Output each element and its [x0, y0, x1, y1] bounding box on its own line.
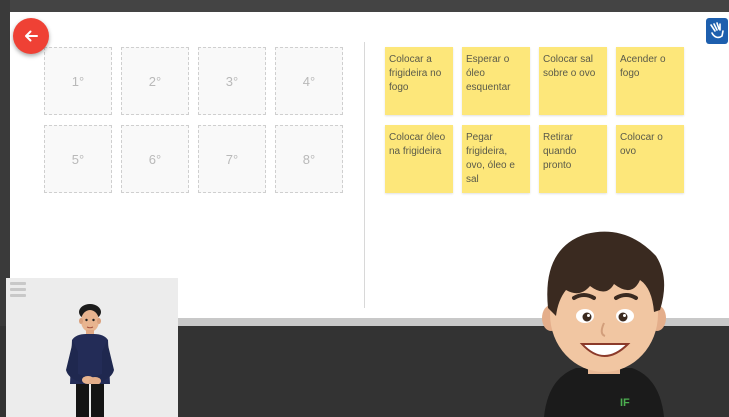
step-card-text: Colocar sal sobre o ovo [543, 54, 596, 79]
step-card-text: Acender o fogo [620, 54, 666, 79]
step-card[interactable]: Pegar frigideira, ovo, óleo e sal [462, 125, 530, 193]
step-card[interactable]: Retirar quando pronto [539, 125, 607, 193]
interpreter-avatar [66, 304, 114, 417]
slot-label: 2° [148, 73, 162, 89]
order-slot-1[interactable]: 1° [44, 47, 112, 115]
step-card[interactable]: Colocar a frigideira no fogo [385, 47, 453, 115]
slot-label: 7° [225, 151, 239, 167]
back-button[interactable] [13, 18, 49, 54]
step-card[interactable]: Colocar óleo na frigideira [385, 125, 453, 193]
order-slot-8[interactable]: 8° [275, 125, 343, 193]
sign-language-button[interactable] [706, 18, 728, 44]
guide-character: IF [542, 231, 666, 417]
step-card-text: Colocar óleo na frigideira [389, 132, 446, 157]
step-card[interactable]: Esperar o óleo esquentar [462, 47, 530, 115]
step-card[interactable]: Colocar o ovo [616, 125, 684, 193]
order-slot-3[interactable]: 3° [198, 47, 266, 115]
order-slot-5[interactable]: 5° [44, 125, 112, 193]
slot-label: 1° [71, 73, 85, 89]
order-slot-4[interactable]: 4° [275, 47, 343, 115]
hamburger-menu-icon[interactable] [10, 282, 28, 300]
arrow-left-icon [25, 30, 38, 42]
slot-label: 3° [225, 73, 239, 89]
order-slot-6[interactable]: 6° [121, 125, 189, 193]
step-card-text: Colocar o ovo [620, 132, 663, 157]
step-card[interactable]: Colocar sal sobre o ovo [539, 47, 607, 115]
order-slot-7[interactable]: 7° [198, 125, 266, 193]
order-slot-2[interactable]: 2° [121, 47, 189, 115]
step-card-text: Retirar quando pronto [543, 132, 577, 171]
slot-label: 4° [302, 73, 316, 89]
step-card-text: Esperar o óleo esquentar [466, 54, 511, 93]
slot-label: 8° [302, 151, 316, 167]
step-card-text: Pegar frigideira, ovo, óleo e sal [466, 132, 515, 185]
sign-interpreter-panel [6, 278, 178, 417]
step-card[interactable]: Acender o fogo [616, 47, 684, 115]
board-divider [364, 42, 365, 308]
sign-language-icon [710, 22, 724, 39]
slot-label: 5° [71, 151, 85, 167]
step-card-text: Colocar a frigideira no fogo [389, 54, 442, 93]
slot-label: 6° [148, 151, 162, 167]
shirt-logo: IF [620, 397, 630, 409]
